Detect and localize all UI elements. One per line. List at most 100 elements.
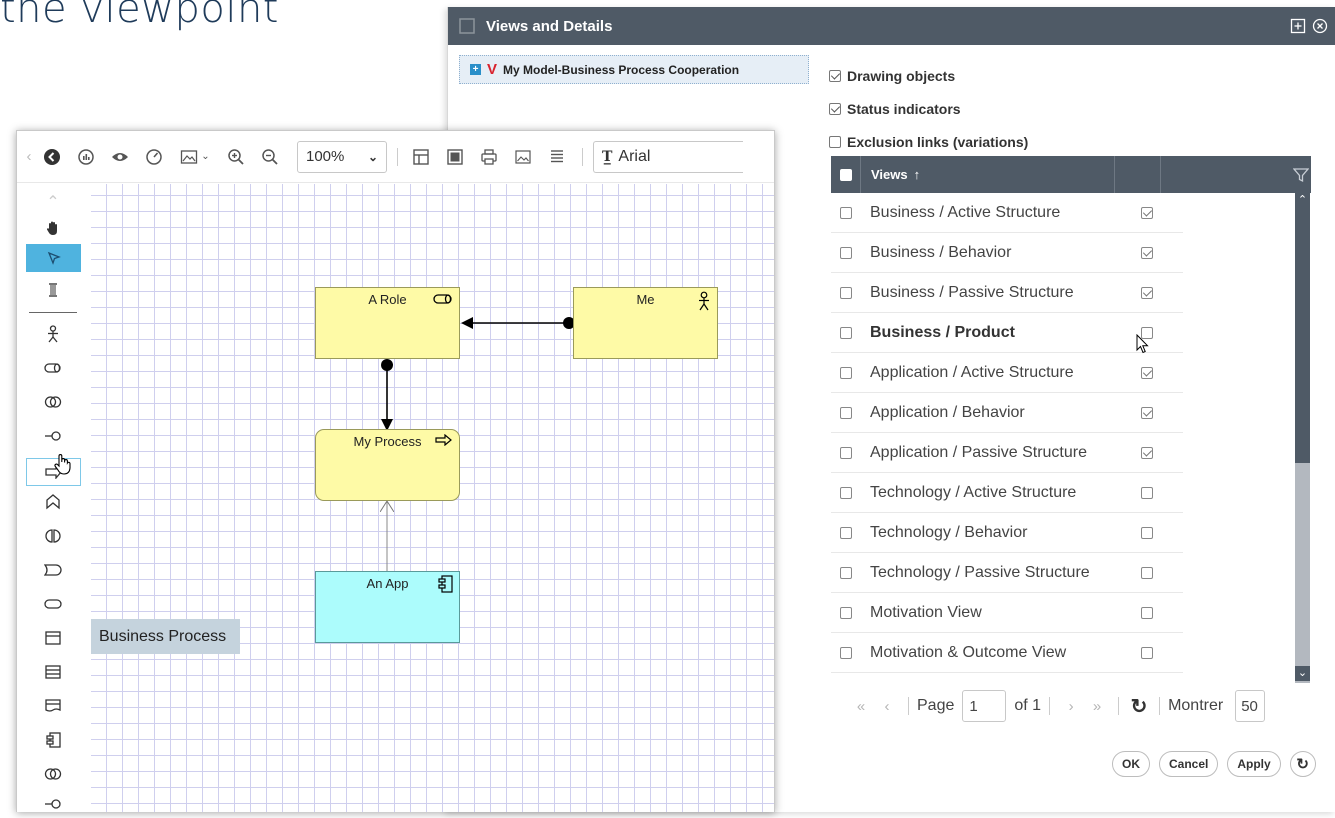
- apply-button[interactable]: Apply: [1227, 751, 1281, 777]
- row-select-checkbox[interactable]: [839, 246, 852, 259]
- properties-list-icon[interactable]: [544, 144, 570, 170]
- view-visible-checkbox[interactable]: [1141, 286, 1153, 299]
- select-pointer-icon[interactable]: [26, 244, 81, 272]
- application-collaboration-icon[interactable]: [25, 760, 81, 788]
- table-row[interactable]: Business / Product: [831, 313, 1183, 353]
- diagram-node-me[interactable]: Me: [573, 287, 718, 359]
- representation-icon[interactable]: [25, 692, 81, 720]
- print-icon[interactable]: [476, 144, 502, 170]
- view-visible-checkbox[interactable]: [1141, 406, 1153, 419]
- pan-hand-icon[interactable]: [25, 214, 81, 242]
- table-row[interactable]: Motivation View: [831, 593, 1183, 633]
- maximize-icon[interactable]: [1289, 17, 1307, 35]
- column-header-views[interactable]: Views ↑: [860, 156, 1114, 193]
- table-row[interactable]: Business / Passive Structure: [831, 273, 1183, 313]
- zoom-in-icon[interactable]: [223, 144, 249, 170]
- contract-icon[interactable]: [25, 658, 81, 686]
- business-interaction-icon[interactable]: [25, 522, 81, 550]
- application-interface-icon[interactable]: [25, 790, 81, 818]
- row-select-checkbox[interactable]: [839, 646, 852, 659]
- view-visible-checkbox[interactable]: [1141, 446, 1153, 459]
- next-page-icon[interactable]: ›: [1058, 698, 1084, 715]
- font-family-select[interactable]: T̲ Arial: [593, 140, 743, 173]
- table-row[interactable]: Business / Behavior: [831, 233, 1183, 273]
- row-select-checkbox[interactable]: [839, 526, 852, 539]
- diagram-canvas[interactable]: A Role Me My Process An App: [91, 184, 774, 812]
- scroll-up-icon[interactable]: ⌃: [1295, 193, 1310, 208]
- scroll-down-icon[interactable]: ⌄: [1295, 666, 1310, 681]
- close-icon[interactable]: [1311, 17, 1329, 35]
- table-row[interactable]: Technology / Behavior: [831, 513, 1183, 553]
- table-row[interactable]: Technology / Passive Structure: [831, 553, 1183, 593]
- collapse-chevron-icon[interactable]: ‹: [23, 144, 35, 170]
- view-visible-checkbox[interactable]: [1141, 246, 1153, 259]
- checkbox-exclusion-links[interactable]: [829, 135, 841, 148]
- table-row[interactable]: Motivation & Outcome View: [831, 633, 1183, 673]
- export-image-icon[interactable]: [510, 144, 536, 170]
- option-exclusion-links[interactable]: Exclusion links (variations): [829, 125, 1028, 158]
- view-visible-checkbox[interactable]: [1141, 486, 1153, 499]
- row-select-checkbox[interactable]: [839, 446, 852, 459]
- expand-icon[interactable]: +: [470, 64, 481, 75]
- business-event-icon[interactable]: [25, 556, 81, 584]
- gauge-icon[interactable]: [141, 144, 167, 170]
- select-all-checkbox[interactable]: [839, 168, 852, 181]
- last-page-icon[interactable]: »: [1084, 698, 1110, 715]
- layout-icon[interactable]: [408, 144, 434, 170]
- zoom-out-icon[interactable]: [257, 144, 283, 170]
- table-row[interactable]: Application / Active Structure: [831, 353, 1183, 393]
- table-row[interactable]: Application / Passive Structure: [831, 433, 1183, 473]
- application-component-icon[interactable]: [25, 726, 81, 754]
- scrollbar-thumb[interactable]: [1295, 193, 1310, 463]
- previous-page-icon[interactable]: ‹: [874, 698, 900, 715]
- chart-icon[interactable]: [73, 144, 99, 170]
- view-visible-checkbox[interactable]: [1141, 206, 1153, 219]
- page-size-input[interactable]: 50: [1235, 690, 1266, 722]
- view-visible-checkbox[interactable]: [1141, 646, 1153, 659]
- view-visible-checkbox[interactable]: [1141, 566, 1153, 579]
- fit-page-icon[interactable]: [442, 144, 468, 170]
- diagram-node-role[interactable]: A Role: [315, 287, 460, 359]
- zoom-select[interactable]: 100% ⌄: [297, 140, 387, 173]
- business-collaboration-icon[interactable]: [25, 388, 81, 416]
- row-select-checkbox[interactable]: [839, 286, 852, 299]
- option-drawing-objects[interactable]: Drawing objects: [829, 59, 1028, 92]
- table-row[interactable]: Technology / Active Structure: [831, 473, 1183, 513]
- view-visible-checkbox[interactable]: [1141, 526, 1153, 539]
- filter-icon[interactable]: [1293, 167, 1309, 183]
- ok-button[interactable]: OK: [1112, 751, 1150, 777]
- diagram-node-process[interactable]: My Process: [315, 429, 460, 501]
- reset-icon[interactable]: ↻: [1289, 751, 1316, 777]
- first-page-icon[interactable]: «: [848, 698, 874, 715]
- business-actor-icon[interactable]: [25, 320, 81, 348]
- table-row[interactable]: Business / Active Structure: [831, 193, 1183, 233]
- palette-scroll-up-icon[interactable]: ⌃: [25, 188, 81, 216]
- tree-item-model[interactable]: + V My Model-Business Process Cooperatio…: [459, 55, 809, 84]
- checkbox-status-indicators[interactable]: [829, 102, 841, 115]
- business-function-icon[interactable]: [25, 488, 81, 516]
- view-visible-checkbox[interactable]: [1141, 366, 1153, 379]
- business-role-icon[interactable]: [25, 354, 81, 382]
- eye-icon[interactable]: [107, 144, 133, 170]
- view-visible-checkbox[interactable]: [1141, 606, 1153, 619]
- option-status-indicators[interactable]: Status indicators: [829, 92, 1028, 125]
- row-select-checkbox[interactable]: [839, 486, 852, 499]
- row-select-checkbox[interactable]: [839, 366, 852, 379]
- row-select-checkbox[interactable]: [839, 326, 852, 339]
- business-service-icon[interactable]: [25, 590, 81, 618]
- row-select-checkbox[interactable]: [839, 206, 852, 219]
- text-cursor-icon[interactable]: [25, 276, 81, 304]
- row-select-checkbox[interactable]: [839, 406, 852, 419]
- row-select-checkbox[interactable]: [839, 606, 852, 619]
- table-row[interactable]: Application / Behavior: [831, 393, 1183, 433]
- business-interface-icon[interactable]: [25, 422, 81, 450]
- business-object-icon[interactable]: [25, 624, 81, 652]
- row-select-checkbox[interactable]: [839, 566, 852, 579]
- page-number-input[interactable]: 1: [962, 690, 1007, 722]
- checkbox-drawing-objects[interactable]: [829, 69, 841, 82]
- diagram-node-app[interactable]: An App: [315, 571, 460, 643]
- image-dropdown-icon[interactable]: ⌄: [175, 144, 215, 170]
- refresh-icon[interactable]: ↻: [1127, 694, 1151, 719]
- cancel-button[interactable]: Cancel: [1159, 751, 1219, 777]
- back-icon[interactable]: [39, 144, 65, 170]
